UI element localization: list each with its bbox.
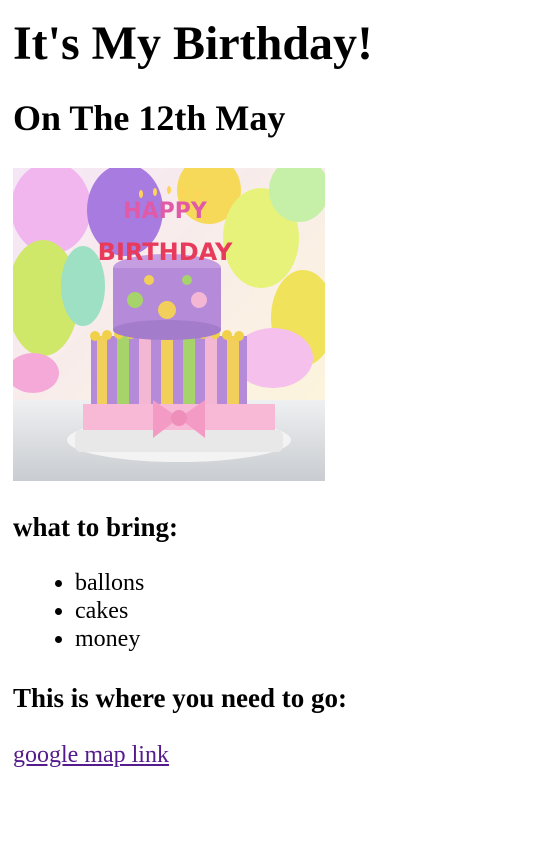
birthday-cake-image: HAPPY BIRTHDAY bbox=[13, 168, 325, 481]
bring-list: ballons cakes money bbox=[13, 569, 534, 653]
google-map-link[interactable]: google map link bbox=[13, 741, 169, 769]
list-item: ballons bbox=[75, 569, 534, 597]
cake-topper-birthday: BIRTHDAY bbox=[98, 238, 233, 266]
list-item: cakes bbox=[75, 597, 534, 625]
page: It's My Birthday! On The 12th May HAPPY … bbox=[0, 0, 547, 769]
list-item: money bbox=[75, 625, 534, 653]
cake-topper-happy: HAPPY bbox=[123, 199, 208, 224]
bring-heading: what to bring: bbox=[13, 512, 179, 542]
location-heading: This is where you need to go: bbox=[13, 683, 348, 713]
page-title: It's My Birthday! bbox=[13, 17, 373, 70]
date-heading: On The 12th May bbox=[13, 98, 286, 138]
